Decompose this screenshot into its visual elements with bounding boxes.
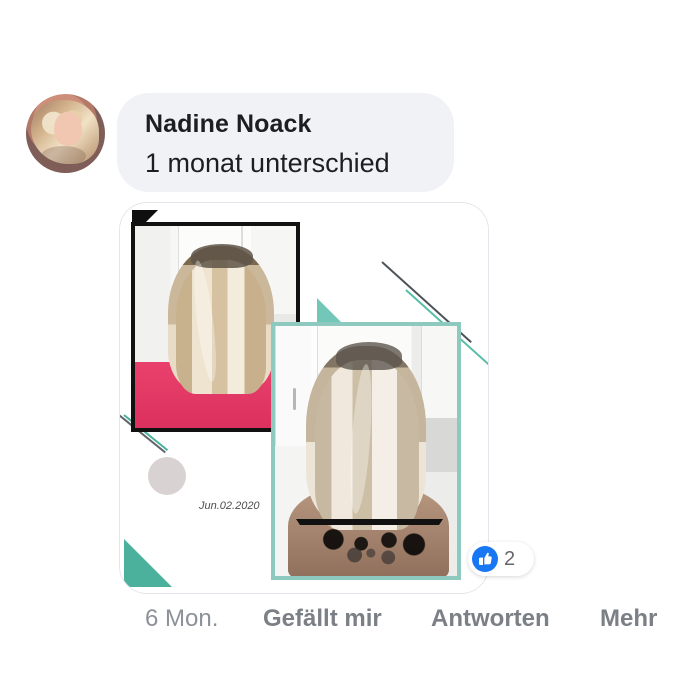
author-name[interactable]: Nadine Noack — [145, 109, 312, 139]
date-label: Jun.02.2020 — [199, 500, 260, 512]
avatar[interactable] — [26, 94, 105, 173]
reply-button[interactable]: Antworten — [431, 604, 550, 634]
hair-main — [176, 260, 266, 394]
date-marker — [148, 457, 186, 495]
after-photo[interactable] — [271, 322, 461, 580]
timestamp[interactable]: 6 Mon. — [145, 604, 218, 634]
comment-screen: Nadine Noack 1 monat unterschied Jun.02.… — [0, 0, 700, 700]
more-button[interactable]: Mehr — [600, 604, 657, 634]
decorative-corner-mid — [317, 298, 343, 324]
avatar-face — [54, 112, 82, 146]
avatar-shadow — [41, 146, 86, 166]
cabinet-handle — [293, 388, 296, 410]
comment-bubble: Nadine Noack 1 monat unterschied — [117, 93, 454, 192]
hair-root — [336, 342, 402, 370]
like-button[interactable]: Gefällt mir — [263, 604, 382, 634]
tattoo — [343, 543, 401, 567]
reaction-count: 2 — [504, 548, 516, 570]
after-room-background — [275, 326, 457, 576]
decorative-corner-bottom — [124, 539, 172, 587]
comment-text: 1 monat unterschied — [145, 148, 390, 178]
like-icon — [472, 546, 498, 572]
comment-attachment[interactable]: Jun.02.2020 — [119, 202, 489, 594]
reaction-summary[interactable]: 2 — [468, 542, 534, 576]
thumbs-up-icon — [479, 552, 492, 565]
